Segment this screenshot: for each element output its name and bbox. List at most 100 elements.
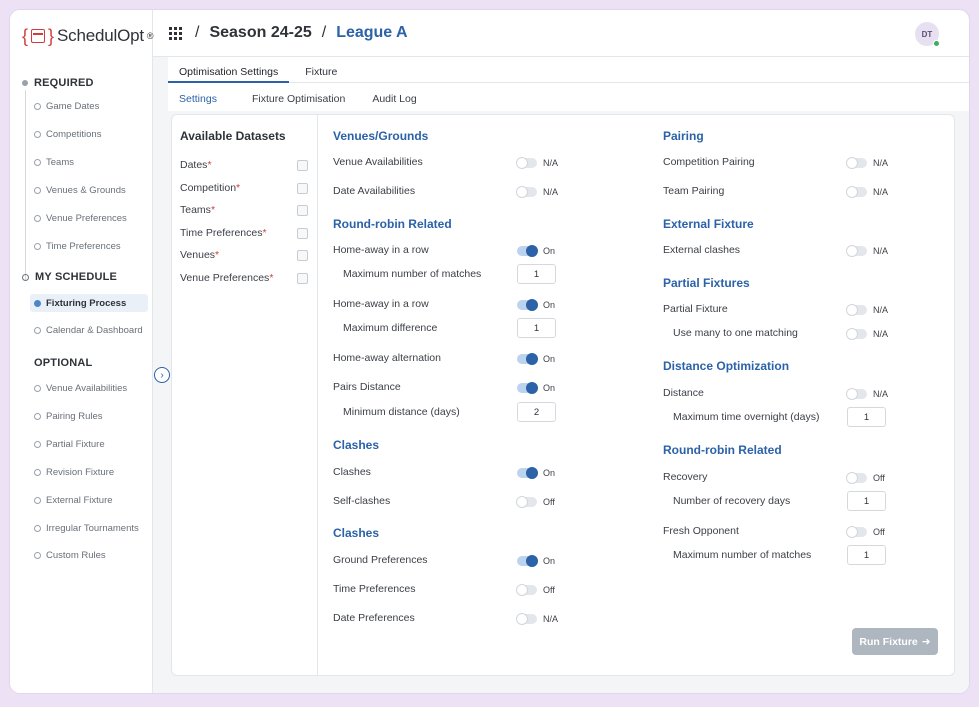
toggle-date-preferences[interactable] bbox=[516, 613, 537, 625]
nav-teams[interactable]: Teams bbox=[34, 157, 74, 168]
label-pairs-distance: Pairs Distance bbox=[333, 381, 401, 393]
nav-label: Venue Preferences bbox=[46, 213, 127, 224]
toggle-venue-availabilities[interactable] bbox=[516, 157, 537, 169]
circle-icon bbox=[34, 552, 41, 559]
heading-pairing: Pairing bbox=[663, 129, 704, 143]
heading-distance-optimization: Distance Optimization bbox=[663, 359, 790, 373]
toggle-many-to-one[interactable] bbox=[846, 328, 867, 340]
dataset-checkbox[interactable] bbox=[297, 249, 308, 261]
toggle-time-preferences[interactable] bbox=[516, 584, 537, 596]
state-venue-availabilities: N/A bbox=[543, 158, 559, 168]
label-recovery-days: Number of recovery days bbox=[673, 495, 791, 507]
toggle-pairs-distance[interactable] bbox=[517, 382, 538, 394]
label-recovery: Recovery bbox=[663, 471, 708, 483]
toggle-self-clashes[interactable] bbox=[516, 496, 537, 508]
nav-label: Revision Fixture bbox=[46, 467, 115, 478]
input-recovery-days[interactable]: 1 bbox=[847, 491, 886, 511]
toggle-home-away-row-1[interactable] bbox=[517, 245, 538, 257]
dataset-label: Competition bbox=[180, 182, 237, 194]
arrow-right-icon: ➜ bbox=[921, 635, 931, 648]
tab-audit-log[interactable]: Audit Log bbox=[356, 83, 427, 111]
dataset-checkbox[interactable] bbox=[297, 227, 308, 239]
nav-line bbox=[25, 90, 26, 280]
nav-venue-preferences[interactable]: Venue Preferences bbox=[34, 213, 127, 224]
toggle-team-pairing[interactable] bbox=[846, 186, 867, 198]
dataset-checkbox[interactable] bbox=[297, 272, 308, 284]
nav-time-preferences[interactable]: Time Preferences bbox=[34, 241, 121, 252]
dataset-label: Venues bbox=[180, 249, 216, 261]
heading-partial-fixtures: Partial Fixtures bbox=[663, 276, 750, 290]
nav-game-dates[interactable]: Game Dates bbox=[34, 101, 99, 112]
state-clashes: On bbox=[543, 468, 556, 478]
apps-grid-icon[interactable] bbox=[169, 27, 182, 40]
nav-irregular-tournaments[interactable]: Irregular Tournaments bbox=[34, 523, 139, 534]
required-mark: * bbox=[269, 272, 274, 284]
avatar[interactable]: DT bbox=[915, 22, 940, 47]
state-time-preferences: Off bbox=[543, 585, 555, 595]
circle-icon bbox=[22, 273, 29, 281]
tab-fixture-optimisation[interactable]: Fixture Optimisation bbox=[228, 83, 356, 111]
nav-partial-fixture[interactable]: Partial Fixture bbox=[34, 439, 105, 450]
nav-label: Fixturing Process bbox=[46, 297, 127, 309]
dataset-venue-preferences: Venue Preferences* bbox=[180, 272, 308, 284]
label-home-away-row-1: Home-away in a row bbox=[333, 244, 429, 256]
circle-icon bbox=[34, 385, 41, 392]
heading-external-fixture: External Fixture bbox=[663, 217, 754, 231]
dataset-checkbox[interactable] bbox=[297, 159, 308, 171]
nav-calendar-dashboard[interactable]: Calendar & Dashboard bbox=[34, 325, 143, 336]
label-time-preferences: Time Preferences bbox=[333, 583, 416, 595]
nav-label: Pairing Rules bbox=[46, 411, 103, 422]
dataset-dates: Dates* bbox=[180, 159, 308, 171]
dataset-label: Dates bbox=[180, 159, 208, 171]
toggle-distance[interactable] bbox=[846, 388, 867, 400]
circle-filled-icon bbox=[34, 299, 41, 307]
toggle-partial-fixture[interactable] bbox=[846, 304, 867, 316]
nav-external-fixture[interactable]: External Fixture bbox=[34, 495, 113, 506]
tab-optimisation-settings[interactable]: Optimisation Settings bbox=[168, 57, 290, 83]
dataset-checkbox[interactable] bbox=[297, 204, 308, 216]
circle-icon bbox=[34, 243, 41, 250]
sidebar-collapse-chevron-icon[interactable]: › bbox=[154, 367, 170, 383]
input-max-overnight[interactable]: 1 bbox=[847, 407, 886, 427]
dataset-time-preferences: Time Preferences* bbox=[180, 227, 308, 239]
sidebar: { } SchedulOpt ® REQUIRED Game Dates Comp… bbox=[10, 10, 154, 693]
nav-pairing-rules[interactable]: Pairing Rules bbox=[34, 411, 103, 422]
label-max-difference: Maximum difference bbox=[343, 322, 438, 334]
circle-icon bbox=[34, 497, 41, 504]
state-many-to-one: N/A bbox=[873, 329, 889, 339]
nav-fixturing-process[interactable]: Fixturing Process bbox=[30, 294, 148, 312]
nav-label: Partial Fixture bbox=[46, 439, 105, 450]
toggle-fresh-opponent[interactable] bbox=[846, 526, 867, 538]
input-fresh-max-matches[interactable]: 1 bbox=[847, 545, 886, 565]
toggle-home-away-row-2[interactable] bbox=[517, 299, 538, 311]
toggle-clashes[interactable] bbox=[517, 467, 538, 479]
label-max-matches: Maximum number of matches bbox=[343, 268, 482, 280]
dataset-checkbox[interactable] bbox=[297, 182, 308, 194]
heading-clashes-2: Clashes bbox=[333, 526, 380, 540]
heading-clashes: Clashes bbox=[333, 438, 380, 452]
input-max-matches[interactable]: 1 bbox=[517, 264, 556, 284]
toggle-external-clashes[interactable] bbox=[846, 245, 867, 257]
toggle-competition-pairing[interactable] bbox=[846, 157, 867, 169]
required-mark: * bbox=[210, 204, 216, 216]
toggle-home-away-alternation[interactable] bbox=[517, 353, 538, 365]
toggle-date-availabilities[interactable] bbox=[516, 186, 537, 198]
toggle-recovery[interactable] bbox=[846, 472, 867, 484]
logo: { } SchedulOpt ® bbox=[22, 24, 154, 48]
label-team-pairing: Team Pairing bbox=[663, 185, 725, 197]
tab-fixture[interactable]: Fixture bbox=[289, 57, 348, 83]
tab-settings[interactable]: Settings bbox=[168, 83, 228, 111]
toggle-ground-preferences[interactable] bbox=[517, 555, 538, 567]
nav-custom-rules[interactable]: Custom Rules bbox=[34, 550, 106, 561]
breadcrumb-season[interactable]: Season 24-25 bbox=[209, 24, 311, 42]
nav-venues-grounds[interactable]: Venues & Grounds bbox=[34, 185, 126, 196]
run-fixture-button[interactable]: Run Fixture ➜ bbox=[852, 628, 938, 655]
label-home-away-row-2: Home-away in a row bbox=[333, 298, 429, 310]
circle-icon bbox=[34, 215, 41, 222]
nav-venue-availabilities[interactable]: Venue Availabilities bbox=[34, 383, 127, 394]
nav-label: Game Dates bbox=[46, 101, 100, 112]
nav-competitions[interactable]: Competitions bbox=[34, 129, 101, 140]
input-min-distance[interactable]: 2 bbox=[517, 402, 556, 422]
input-max-difference[interactable]: 1 bbox=[517, 318, 556, 338]
nav-revision-fixture[interactable]: Revision Fixture bbox=[34, 467, 114, 478]
